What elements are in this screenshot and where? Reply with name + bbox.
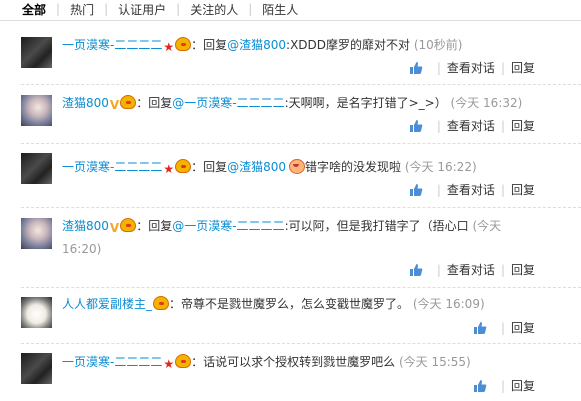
avatar[interactable] — [21, 353, 52, 384]
comment-text: 人人都爱副楼主_ ：帝尊不是戮世魔罗么，怎么变戳世魔罗了。 (今天 16:09) — [62, 294, 562, 315]
action-divider: | — [436, 183, 441, 197]
like-thumb-icon[interactable] — [473, 379, 487, 393]
comment-divider — [21, 84, 581, 85]
avatar[interactable] — [21, 218, 52, 249]
like-thumb-icon[interactable] — [409, 263, 423, 277]
comment-prefix: ：回复 — [191, 160, 228, 174]
tab-following[interactable]: 关注的人 — [180, 1, 248, 18]
comment-username[interactable]: 渣猫800 — [62, 219, 109, 233]
avatar[interactable] — [21, 153, 52, 184]
action-divider: | — [500, 119, 505, 133]
avatar[interactable] — [21, 37, 52, 68]
comment-body: :天啊啊，是名字打错了>_>） — [284, 96, 447, 110]
comment-time: (10秒前) — [413, 38, 463, 52]
tab-verified-users[interactable]: 认证用户 — [108, 1, 176, 18]
reply-link[interactable]: 回复 — [511, 118, 535, 134]
comment-filter-tabs: 全部 | 热门 | 认证用户 | 关注的人 | 陌生人 — [0, 0, 581, 18]
pig-badge-icon — [175, 159, 192, 173]
like-thumb-icon[interactable] — [409, 119, 423, 133]
action-divider: | — [436, 61, 441, 75]
view-conversation-link[interactable]: 查看对话 — [447, 118, 495, 134]
tab-all[interactable]: 全部 — [0, 1, 56, 18]
comment-username[interactable]: 一页漠寒-二二二二 — [62, 160, 162, 174]
comment-body: 错字啥的没发现啦 — [305, 160, 402, 174]
comment-text: 渣猫800V ：回复@一页漠寒-二二二二:可以阿，但是我打错字了（捂心口 (今天 1… — [62, 216, 562, 260]
like-thumb-icon[interactable] — [409, 61, 423, 75]
pig-badge-icon — [175, 37, 192, 51]
comment-text: 一页漠寒-二二二二★ ：话说可以求个授权转到戮世魔罗吧么 (今天 15:55) — [62, 352, 562, 375]
comment-prefix: ：回复 — [136, 219, 173, 233]
comment-actions: | 查看对话 | 回复 — [409, 118, 535, 134]
star-badge-icon: ★ — [163, 40, 175, 54]
reply-link[interactable]: 回复 — [511, 320, 535, 336]
comment-divider — [21, 143, 581, 144]
comment-time: (今天 16:32) — [450, 96, 523, 110]
comment-prefix: ：回复 — [191, 38, 228, 52]
like-thumb-icon[interactable] — [473, 321, 487, 335]
action-divider: | — [500, 263, 505, 277]
reply-link[interactable]: 回复 — [511, 60, 535, 76]
reply-link[interactable]: 回复 — [511, 378, 535, 394]
comment-prefix: ：回复 — [136, 96, 173, 110]
action-divider: | — [436, 263, 441, 277]
like-thumb-icon[interactable] — [409, 183, 423, 197]
comment-username[interactable]: 一页漠寒-二二二二 — [62, 355, 162, 369]
comment-actions: | 查看对话 | 回复 — [409, 60, 535, 76]
comment-prefix: ： — [191, 355, 204, 369]
emoticon-icon — [287, 157, 306, 174]
comment-body: 话说可以求个授权转到戮世魔罗吧么 — [203, 355, 396, 369]
action-divider: | — [500, 321, 505, 335]
avatar[interactable] — [21, 297, 52, 328]
mention-link[interactable]: @渣猫800 — [227, 160, 286, 174]
comment-text: 一页漠寒-二二二二★ ：回复@渣猫800 错字啥的没发现啦 (今天 16:22) — [62, 157, 562, 180]
comment-username[interactable]: 人人都爱副楼主_ — [62, 297, 152, 311]
comment-time: (今天 16:22) — [404, 160, 477, 174]
comment-divider — [21, 343, 581, 344]
comment-time: (今天 15:55) — [398, 355, 471, 369]
comment-text: 一页漠寒-二二二二★ ：回复@渣猫800:XDDD摩罗的靡对不对 (10秒前) — [62, 35, 562, 58]
action-divider: | — [436, 119, 441, 133]
reply-link[interactable]: 回复 — [511, 262, 535, 278]
tab-strangers[interactable]: 陌生人 — [252, 1, 308, 18]
pig-badge-icon — [120, 95, 137, 109]
comment-actions: | 回复 — [473, 320, 535, 336]
avatar[interactable] — [21, 95, 52, 126]
action-divider: | — [500, 61, 505, 75]
tab-hot[interactable]: 热门 — [60, 1, 104, 18]
comment-actions: | 查看对话 | 回复 — [409, 262, 535, 278]
view-conversation-link[interactable]: 查看对话 — [447, 262, 495, 278]
pig-badge-icon — [120, 218, 137, 232]
comment-body: :可以阿，但是我打错字了（捂心口 — [284, 219, 469, 233]
action-divider: | — [500, 183, 505, 197]
view-conversation-link[interactable]: 查看对话 — [447, 60, 495, 76]
mention-link[interactable]: @一页漠寒-二二二二 — [172, 96, 284, 110]
mention-link[interactable]: @一页漠寒-二二二二 — [172, 219, 284, 233]
comment-body: :XDDD摩罗的靡对不对 — [286, 38, 411, 52]
star-badge-icon: ★ — [163, 162, 175, 176]
mention-link[interactable]: @渣猫800 — [227, 38, 286, 52]
pig-badge-icon — [153, 296, 170, 310]
comment-username[interactable]: 一页漠寒-二二二二 — [62, 38, 162, 52]
comment-username[interactable]: 渣猫800 — [62, 96, 109, 110]
reply-link[interactable]: 回复 — [511, 182, 535, 198]
comment-time: (今天 — [472, 219, 502, 233]
tabs-underline — [0, 20, 581, 21]
comment-time-continued: 16:20) — [62, 242, 102, 256]
comment-text: 渣猫800V ：回复@一页漠寒-二二二二:天啊啊，是名字打错了>_>） (今天 1… — [62, 93, 562, 116]
pig-badge-icon — [175, 354, 192, 368]
view-conversation-link[interactable]: 查看对话 — [447, 182, 495, 198]
comment-divider — [21, 207, 581, 208]
vip-badge-icon: V — [109, 98, 120, 112]
comment-actions: | 回复 — [473, 378, 535, 394]
vip-badge-icon: V — [109, 221, 120, 235]
comment-divider — [21, 287, 581, 288]
comment-time: (今天 16:09) — [412, 297, 485, 311]
comment-actions: | 查看对话 | 回复 — [409, 182, 535, 198]
comment-body: 帝尊不是戮世魔罗么，怎么变戳世魔罗了。 — [181, 297, 410, 311]
action-divider: | — [500, 379, 505, 393]
star-badge-icon: ★ — [163, 357, 175, 371]
comment-prefix: ： — [169, 297, 182, 311]
